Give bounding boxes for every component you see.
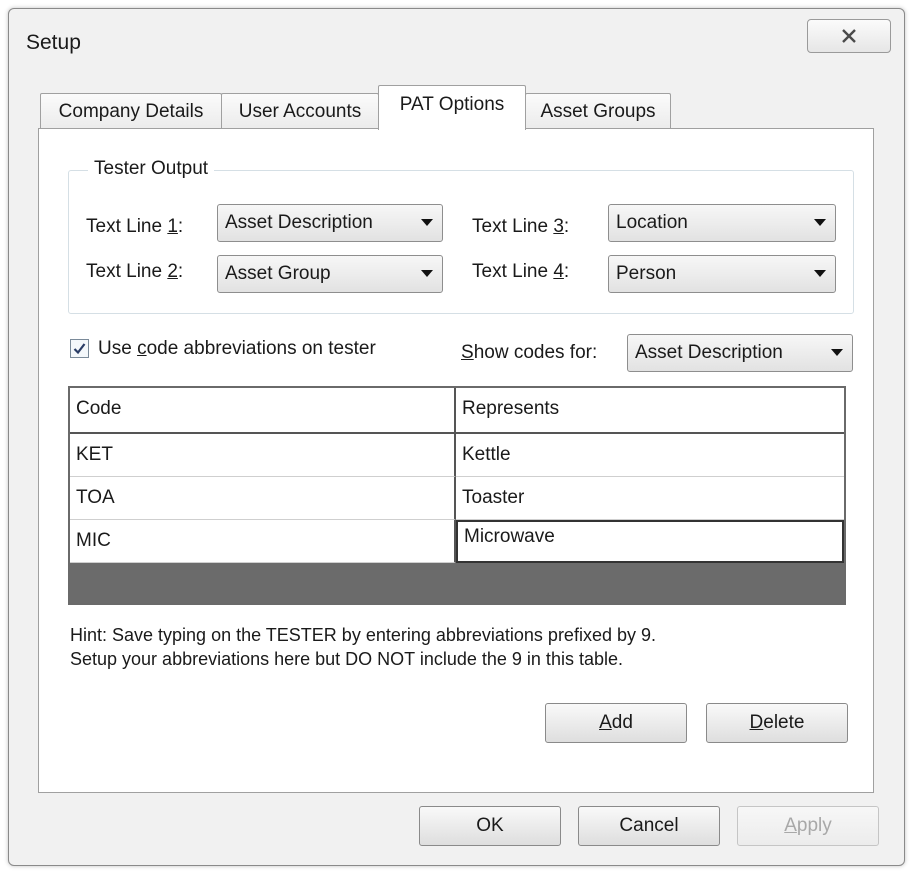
text-line-2-select[interactable]: Asset Group <box>217 255 443 293</box>
text-line-1-select[interactable]: Asset Description <box>217 204 443 242</box>
table-cell-code[interactable]: MIC <box>70 520 456 563</box>
text-line-1-label: Text Line 1: <box>86 216 184 237</box>
table-row[interactable]: MIC Microwave <box>70 520 844 563</box>
dialog-title: Setup <box>26 31 81 54</box>
text-line-3-value: Location <box>616 212 688 233</box>
text-line-1-value: Asset Description <box>225 212 373 233</box>
chevron-down-icon <box>412 270 442 278</box>
apply-button[interactable]: Apply <box>737 806 879 846</box>
add-button[interactable]: Add <box>545 703 687 743</box>
table-row[interactable]: TOA Toaster <box>70 477 844 520</box>
close-button[interactable] <box>807 19 891 53</box>
hint-line-2: Setup your abbreviations here but DO NOT… <box>70 649 623 669</box>
tab-pat-options[interactable]: PAT Options <box>378 85 526 130</box>
chevron-down-icon <box>412 219 442 227</box>
text-line-2-value: Asset Group <box>225 263 331 284</box>
text-line-3-label: Text Line 3: <box>472 216 570 237</box>
table-cell-represents[interactable]: Toaster <box>456 477 844 520</box>
text-line-3-select[interactable]: Location <box>608 204 836 242</box>
table-cell-code[interactable]: KET <box>70 434 456 477</box>
text-line-4-select[interactable]: Person <box>608 255 836 293</box>
table-row[interactable]: KET Kettle <box>70 434 844 477</box>
column-header-represents[interactable]: Represents <box>456 388 844 434</box>
table-cell-represents-selected[interactable]: Microwave <box>456 520 844 563</box>
checkmark-icon <box>73 343 86 355</box>
close-icon <box>842 29 856 43</box>
abbreviations-table: Code Represents KET Kettle TOA Toaster M… <box>68 386 846 605</box>
ok-button[interactable]: OK <box>419 806 561 846</box>
column-header-code[interactable]: Code <box>70 388 456 434</box>
table-header-row: Code Represents <box>70 388 844 434</box>
table-cell-code[interactable]: TOA <box>70 477 456 520</box>
show-codes-for-label: Show codes for: <box>461 342 598 363</box>
text-line-2-label: Text Line 2: <box>86 261 184 282</box>
use-code-abbreviations-checkbox[interactable] <box>70 339 89 358</box>
pat-options-panel: Tester Output Text Line 1: Asset Descrip… <box>38 128 874 793</box>
text-line-4-label: Text Line 4: <box>472 261 570 282</box>
hint-text: Hint: Save typing on the TESTER by enter… <box>70 623 656 671</box>
tester-output-title: Tester Output <box>88 158 215 180</box>
tab-company-details[interactable]: Company Details <box>40 93 222 129</box>
use-code-abbreviations-label[interactable]: Use code abbreviations on tester <box>98 338 376 360</box>
cancel-button[interactable]: Cancel <box>578 806 720 846</box>
table-cell-represents[interactable]: Kettle <box>456 434 844 477</box>
tab-user-accounts[interactable]: User Accounts <box>221 93 379 129</box>
delete-button[interactable]: Delete <box>706 703 848 743</box>
show-codes-for-value: Asset Description <box>635 342 783 363</box>
chevron-down-icon <box>822 349 852 357</box>
text-line-4-value: Person <box>616 263 677 284</box>
chevron-down-icon <box>805 219 835 227</box>
show-codes-for-select[interactable]: Asset Description <box>627 334 853 372</box>
chevron-down-icon <box>805 270 835 278</box>
setup-dialog: Setup Company Details User Accounts PAT … <box>8 8 905 866</box>
hint-line-1: Hint: Save typing on the TESTER by enter… <box>70 625 656 645</box>
tab-asset-groups[interactable]: Asset Groups <box>525 93 671 129</box>
